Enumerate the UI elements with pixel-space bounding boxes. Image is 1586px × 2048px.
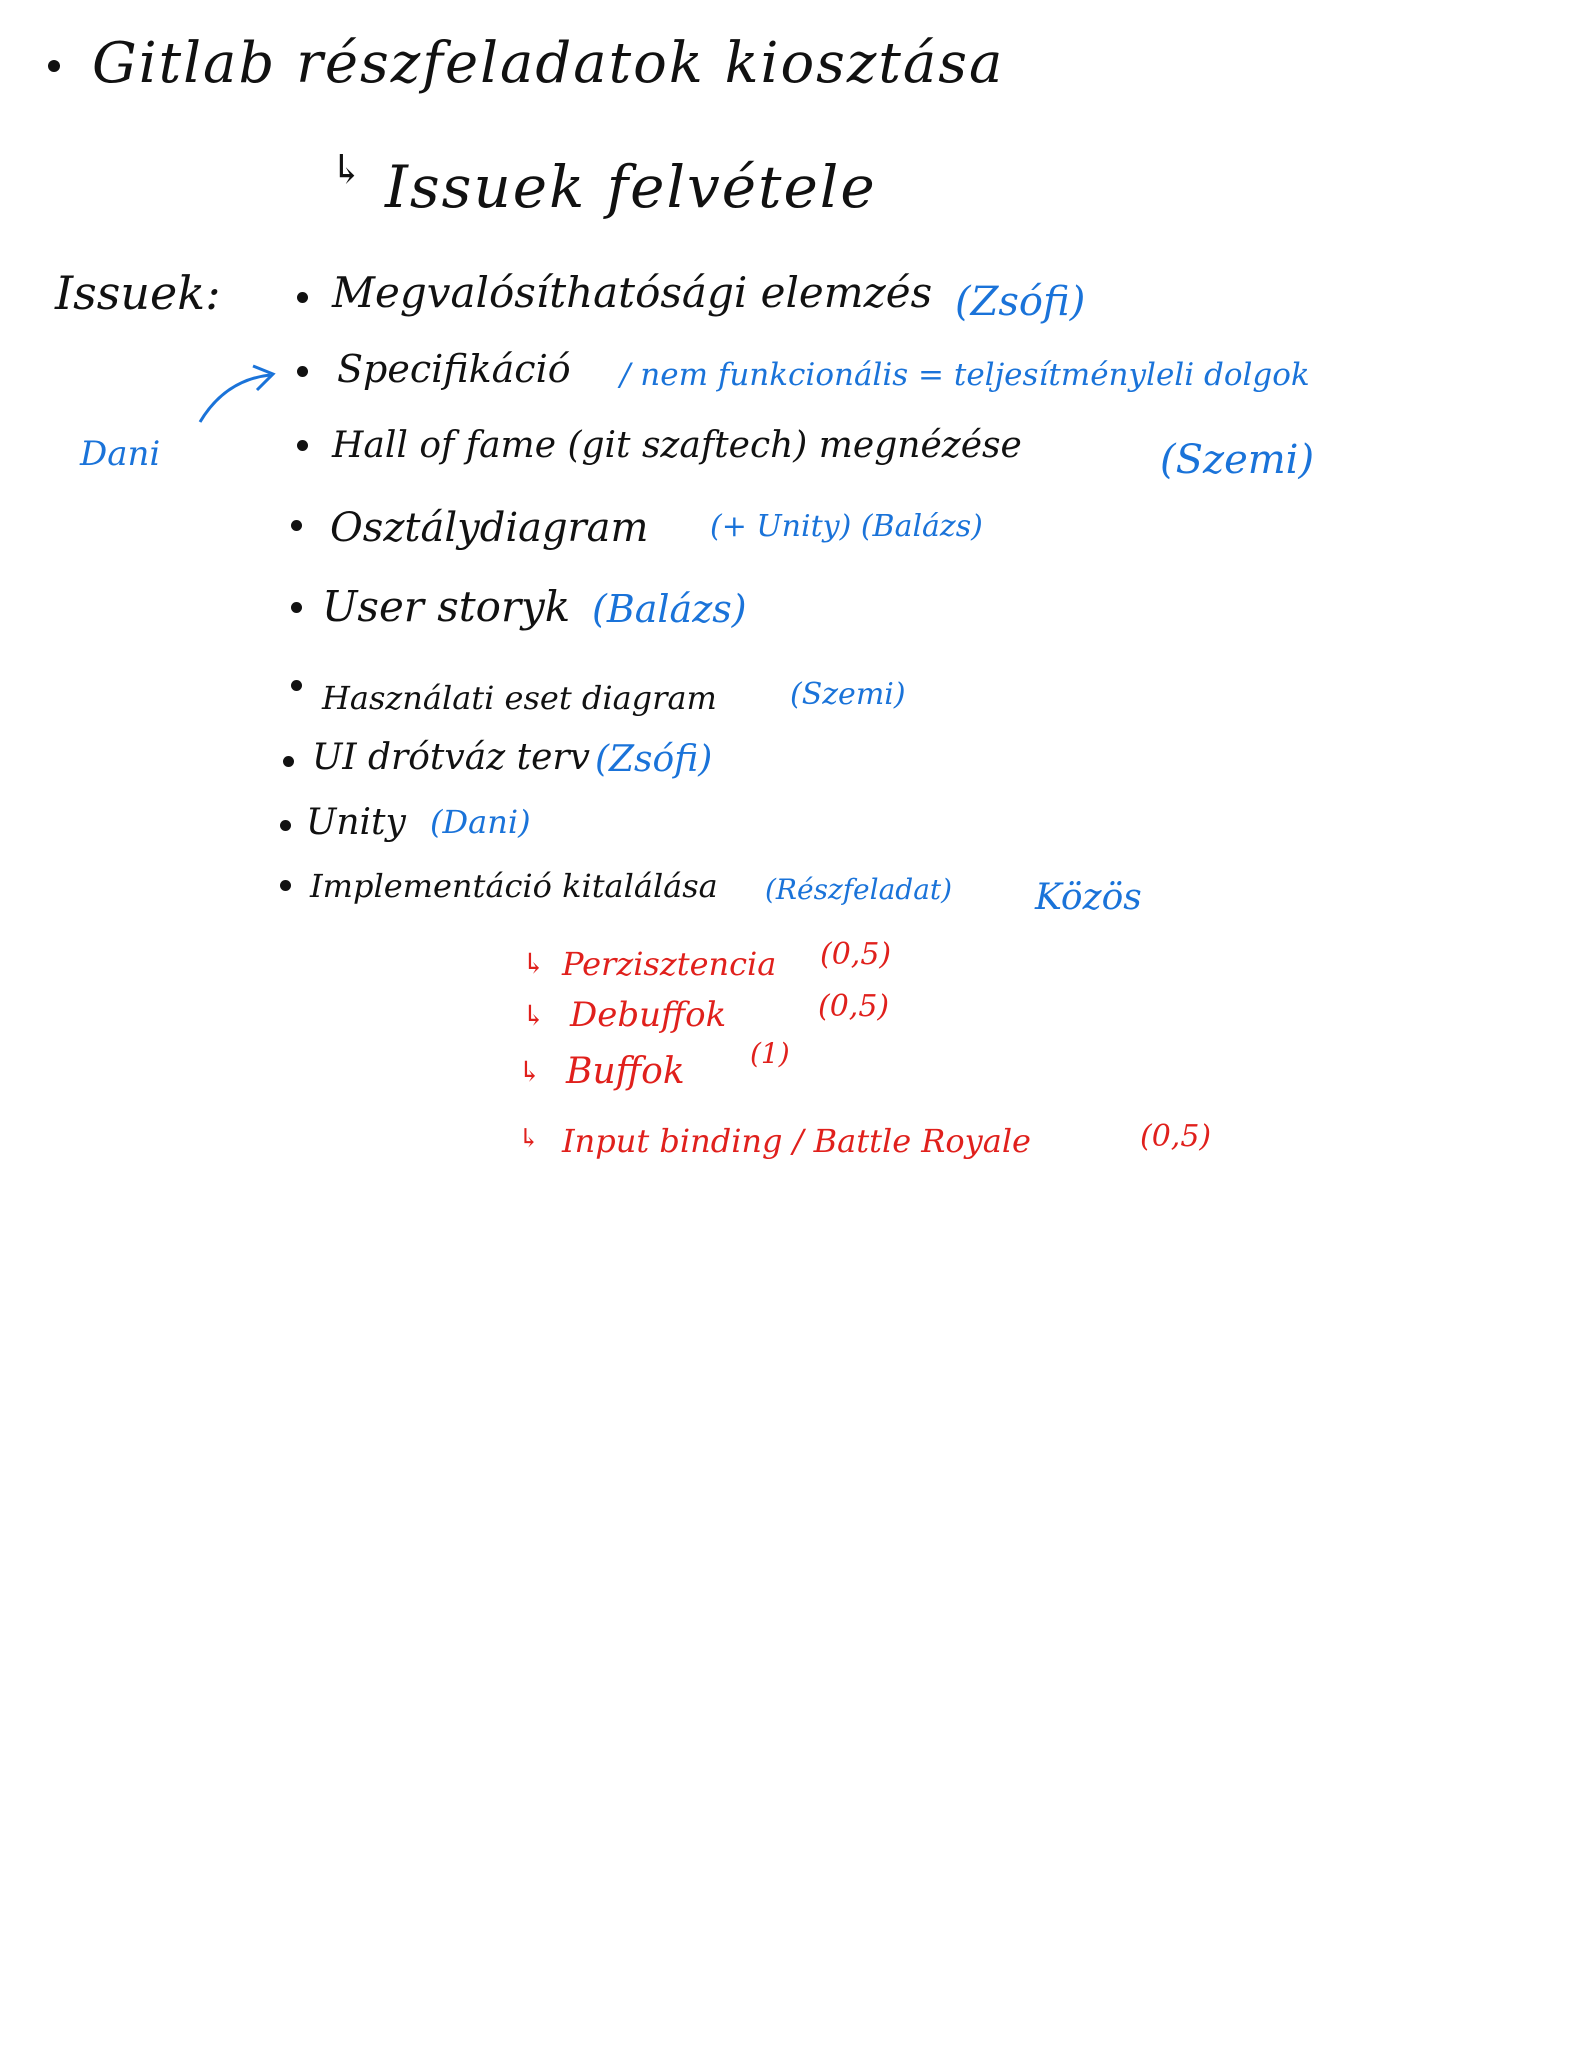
subtask-text: Input binding / Battle Royale [562,1122,1031,1160]
heading-subtitle: Issuek felvétele [385,153,877,221]
item-assignee: (Dani) [430,803,531,841]
subtask-arrow-icon: ↳ [522,947,546,980]
item-assignee: (Zsófi) [955,279,1086,325]
item-text: Unity [306,802,406,843]
item-note: / nem funkcionális = teljesítményleli do… [620,357,1310,393]
item-text: Használati eset diagram [322,679,717,717]
subtask-arrow-icon: ↳ [518,1124,540,1154]
handwritten-note-page: Gitlab részfeladatok kiosztása ↳ Issuek … [0,0,1586,2048]
item-text: Osztálydiagram [330,505,649,551]
item-bullet [297,366,308,377]
item-assignee: (Szemi) [1160,437,1315,483]
item-text: Hall of fame (git szaftech) megnézése [332,425,1022,466]
item-text: Implementáció kitalálása [310,867,718,905]
curved-arrow-icon [198,364,276,423]
item-text: Specifikáció [337,347,571,391]
item-assignee: (Részfeladat) [765,873,953,906]
side-assignee-label: Dani [80,434,161,474]
item-extra-label: Közös [1035,877,1142,918]
item-bullet [291,680,302,691]
item-bullet [283,756,294,767]
item-text: User storyk [322,582,571,631]
item-bullet [291,602,302,613]
item-assignee: (+ Unity) (Balázs) [710,509,983,544]
subtask-weight: (0,5) [1140,1119,1212,1154]
item-bullet [280,880,291,891]
heading-bullet [48,60,60,72]
subtask-arrow-icon: ↳ [522,999,546,1032]
subtask-weight: (1) [750,1037,790,1070]
heading-title: Gitlab részfeladatok kiosztása [92,31,1005,96]
item-assignee: (Balázs) [592,587,747,631]
subtask-arrow-icon: ↳ [518,1055,542,1088]
subtask-text: Debuffok [570,995,727,1035]
item-assignee: (Zsófi) [595,739,713,780]
subheading-arrow-icon: ↳ [330,147,364,193]
item-bullet [297,440,308,451]
subtask-text: Buffok [566,1051,685,1092]
item-assignee: (Szemi) [790,677,906,712]
item-bullet [280,820,291,831]
item-bullet [291,520,302,531]
item-text: Megvalósíthatósági elemzés [332,268,933,317]
subtask-text: Perzisztencia [562,945,777,983]
subtask-weight: (0,5) [818,989,890,1024]
subtask-weight: (0,5) [820,937,892,972]
issues-label: Issuek: [55,266,221,320]
item-bullet [297,292,308,303]
item-text: UI drótváz terv [312,737,590,778]
